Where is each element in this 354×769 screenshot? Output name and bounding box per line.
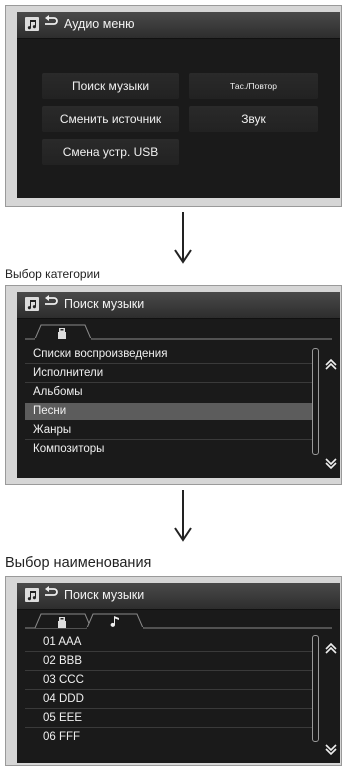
- panel-audio-menu: Аудио меню Поиск музыки Сменить источник…: [5, 5, 342, 207]
- chevron-up-icon[interactable]: [324, 642, 338, 654]
- panel-track-list: Поиск музыки 01 AAA 02 BBB 03 CCC 04 DDD…: [5, 576, 342, 766]
- change-usb-button[interactable]: Смена устр. USB: [42, 139, 179, 165]
- list-item[interactable]: 06 FFF: [25, 729, 313, 746]
- usb-icon[interactable]: [57, 617, 67, 628]
- list-item[interactable]: 05 EEE: [25, 710, 313, 727]
- title-bar: Поиск музыки: [17, 292, 340, 319]
- usb-icon[interactable]: [57, 328, 67, 339]
- sound-button[interactable]: Звук: [189, 106, 318, 132]
- list-item[interactable]: Жанры: [25, 422, 313, 439]
- list-item[interactable]: 01 AAA: [25, 634, 313, 651]
- back-arrow-icon[interactable]: [43, 586, 59, 604]
- screen-title: Аудио меню: [64, 17, 135, 31]
- screen-title: Поиск музыки: [64, 588, 145, 602]
- music-folder-icon: [25, 297, 39, 311]
- music-folder-icon: [25, 588, 39, 602]
- change-source-button[interactable]: Сменить источник: [42, 106, 179, 132]
- chevron-down-icon[interactable]: [324, 744, 338, 756]
- shuffle-repeat-button[interactable]: Тас./Повтор: [189, 73, 318, 99]
- screen-title: Поиск музыки: [64, 297, 145, 311]
- back-arrow-icon[interactable]: [43, 295, 59, 313]
- list-item[interactable]: 02 BBB: [25, 653, 313, 670]
- scrollbar[interactable]: [312, 348, 319, 455]
- arrow-down-icon: [174, 212, 192, 264]
- scrollbar[interactable]: [312, 635, 319, 742]
- list-item-selected[interactable]: Песни: [25, 403, 313, 420]
- arrow-down-icon: [174, 490, 192, 542]
- chevron-up-icon[interactable]: [324, 358, 338, 370]
- list-item[interactable]: 03 CCC: [25, 672, 313, 689]
- title-bar: Поиск музыки: [17, 583, 340, 610]
- chevron-down-icon[interactable]: [324, 458, 338, 470]
- title-bar: Аудио меню: [17, 12, 340, 39]
- caption-category: Выбор категории: [5, 267, 101, 281]
- search-music-button[interactable]: Поиск музыки: [42, 73, 179, 99]
- list-item[interactable]: Списки воспроизведения: [25, 346, 313, 363]
- list-item[interactable]: Альбомы: [25, 384, 313, 401]
- back-arrow-icon[interactable]: [43, 15, 59, 33]
- list-item[interactable]: Композиторы: [25, 441, 313, 458]
- screen-category: Поиск музыки Списки воспроизведения Испо…: [17, 292, 340, 478]
- music-note-icon[interactable]: [110, 615, 120, 628]
- panel-category: Поиск музыки Списки воспроизведения Испо…: [5, 285, 342, 485]
- caption-title-select: Выбор наименования: [5, 555, 152, 571]
- list-item[interactable]: Исполнители: [25, 365, 313, 382]
- music-folder-icon: [25, 17, 39, 31]
- screen-audio-menu: Аудио меню Поиск музыки Сменить источник…: [17, 12, 340, 198]
- list-item[interactable]: 04 DDD: [25, 691, 313, 708]
- screen-track-list: Поиск музыки 01 AAA 02 BBB 03 CCC 04 DDD…: [17, 583, 340, 763]
